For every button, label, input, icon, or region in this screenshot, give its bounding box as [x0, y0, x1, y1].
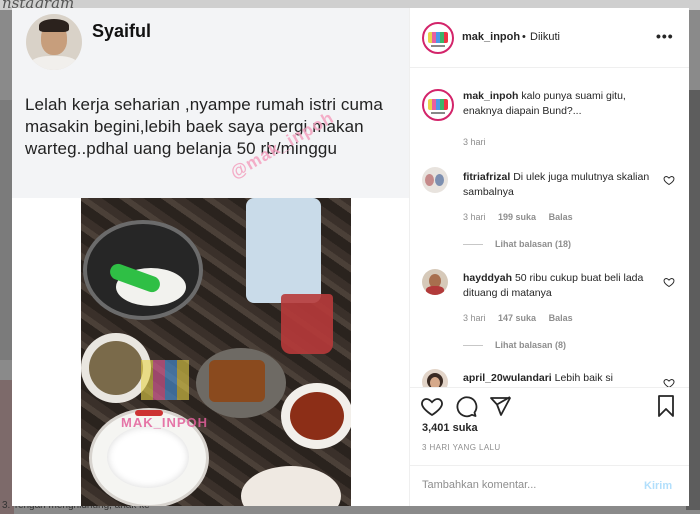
follow-status-button[interactable]: Diikuti — [530, 31, 560, 43]
comment-input[interactable] — [422, 479, 622, 491]
header-separator: • — [522, 31, 526, 43]
caption-time: 3 hari — [463, 137, 486, 147]
post-header: mak_inpoh • Diikuti ••• — [410, 8, 689, 68]
comment-reply-button[interactable]: Balas — [549, 212, 573, 222]
author-avatar[interactable] — [422, 22, 454, 54]
post-modal: Syaiful Lelah kerja seharian ,nyampe rum… — [12, 8, 689, 506]
tweet-screenshot: Syaiful Lelah kerja seharian ,nyampe rum… — [12, 8, 409, 198]
caption-avatar[interactable] — [422, 89, 454, 121]
comment-like-heart-icon[interactable] — [663, 377, 675, 387]
comment-reply-button[interactable]: Balas — [549, 313, 573, 323]
tweet-author: Syaiful — [92, 21, 152, 41]
comment-time: 3 hari — [463, 212, 486, 222]
share-icon[interactable] — [488, 394, 512, 418]
post-comment-button[interactable]: Kirim — [644, 480, 672, 492]
caption-username[interactable]: mak_inpoh — [463, 90, 518, 102]
comment-avatar[interactable] — [422, 369, 448, 387]
tweet-avatar — [26, 14, 82, 70]
heart-icon[interactable] — [420, 394, 444, 418]
post-sidebar: mak_inpoh • Diikuti ••• mak_inpoh kalo p… — [410, 8, 689, 506]
caption: mak_inpoh kalo punya suami gitu, enaknya… — [463, 89, 653, 119]
view-replies-button[interactable]: Lihat balasan (8) — [463, 340, 566, 350]
comment-item: fitriafrizal Di ulek juga mulutnya skali… — [463, 170, 653, 200]
comment-username[interactable]: april_20wulandari — [463, 372, 552, 384]
comment-username[interactable]: hayddyah — [463, 272, 512, 284]
comment-like-heart-icon[interactable] — [663, 174, 675, 186]
post-media[interactable]: Syaiful Lelah kerja seharian ,nyampe rum… — [12, 8, 410, 506]
comments-list[interactable]: mak_inpoh kalo punya suami gitu, enaknya… — [410, 69, 689, 387]
bookmark-icon[interactable] — [654, 394, 678, 418]
food-photo: MAK_INPOH — [81, 198, 351, 506]
comment-item: hayddyah 50 ribu cukup buat beli lada di… — [463, 271, 653, 301]
photo-watermark-logo — [141, 360, 189, 400]
comment-meta: 3 hari 199 suka Balas — [463, 212, 573, 222]
comment-text: Lebih baik si — [554, 372, 613, 384]
comment-icon[interactable] — [454, 394, 478, 418]
author-username[interactable]: mak_inpoh — [462, 31, 520, 43]
food-photo-area: MAK_INPOH — [12, 198, 409, 506]
comment-avatar[interactable] — [422, 167, 448, 193]
likes-count[interactable]: 3,401 suka — [422, 422, 478, 434]
more-options-icon[interactable]: ••• — [656, 28, 674, 44]
post-actions: 3,401 suka 3 HARI YANG LALU — [410, 387, 689, 465]
post-timestamp: 3 HARI YANG LALU — [422, 443, 501, 452]
photo-watermark: MAK_INPOH — [121, 415, 209, 430]
comment-time: 3 hari — [463, 313, 486, 323]
comment-likes[interactable]: 199 suka — [498, 212, 536, 222]
add-comment-bar: Kirim — [410, 465, 689, 506]
comment-likes[interactable]: 147 suka — [498, 313, 536, 323]
comment-username[interactable]: fitriafrizal — [463, 171, 510, 183]
comment-meta: 3 hari 147 suka Balas — [463, 313, 573, 323]
tweet-text: Lelah kerja seharian ,nyampe rumah istri… — [25, 95, 383, 158]
comment-item: april_20wulandari Lebih baik si — [463, 371, 653, 386]
comment-like-heart-icon[interactable] — [663, 276, 675, 288]
view-replies-button[interactable]: Lihat balasan (18) — [463, 239, 571, 249]
comment-avatar[interactable] — [422, 269, 448, 295]
